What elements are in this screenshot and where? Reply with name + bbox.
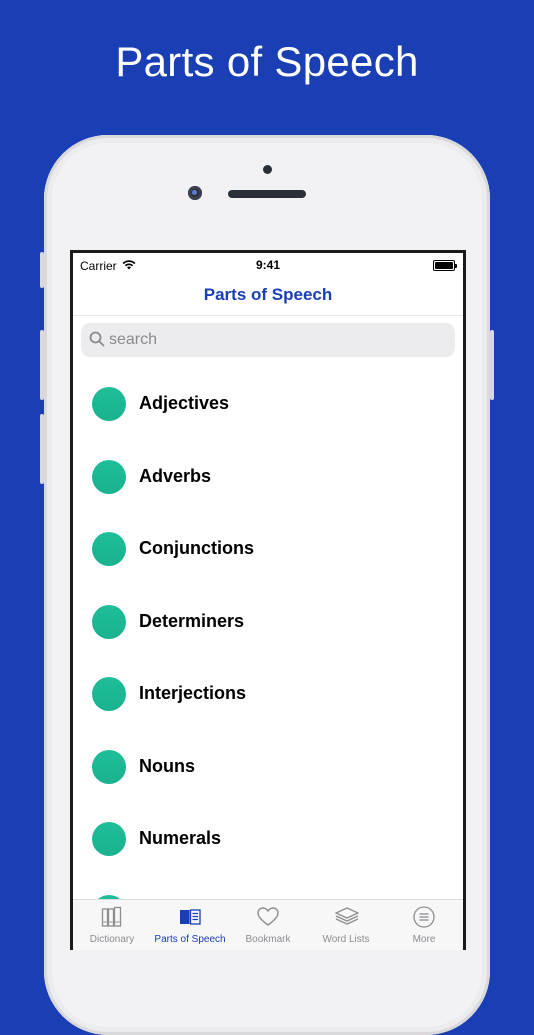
tab-label: Bookmark bbox=[245, 934, 291, 945]
heart-icon bbox=[257, 907, 279, 926]
green-dot-icon bbox=[92, 604, 126, 639]
phone-sensor bbox=[263, 165, 272, 174]
tab-label: More bbox=[412, 934, 436, 945]
phone-volume-up bbox=[40, 330, 44, 400]
tab-bookmark[interactable]: Bookmark bbox=[229, 900, 307, 950]
list-item[interactable]: Adjectives bbox=[73, 369, 463, 442]
tab-dictionary[interactable]: Dictionary bbox=[73, 900, 151, 950]
list-item[interactable]: Interjections bbox=[73, 659, 463, 732]
nav-divider bbox=[73, 315, 463, 316]
menu-circle-icon bbox=[413, 906, 435, 928]
list-item[interactable]: Adverbs bbox=[73, 442, 463, 515]
list-item-label: Adjectives bbox=[139, 393, 230, 413]
tab-more[interactable]: More bbox=[385, 900, 463, 950]
list-item-label: Adverbs bbox=[139, 465, 212, 486]
tab-label: Word Lists bbox=[322, 934, 370, 945]
search-icon bbox=[89, 331, 105, 352]
tab-parts-of-speech[interactable]: Parts of Speech bbox=[151, 900, 229, 950]
phone-power-button bbox=[490, 330, 494, 400]
books-icon bbox=[101, 906, 122, 927]
tab-label: Dictionary bbox=[89, 934, 135, 945]
list-item-label: Numerals bbox=[139, 828, 222, 848]
green-dot-icon bbox=[92, 387, 126, 421]
phone-speaker bbox=[228, 190, 306, 198]
green-dot-icon bbox=[92, 749, 126, 784]
promo-headline: Parts of Speech bbox=[115, 38, 419, 85]
tab-label: Parts of Speech bbox=[154, 934, 226, 945]
phone-mute-switch bbox=[40, 252, 44, 288]
list-item[interactable]: Numerals bbox=[73, 804, 463, 877]
battery-icon bbox=[433, 260, 457, 271]
phone-volume-down bbox=[40, 414, 44, 484]
phone-camera bbox=[188, 186, 202, 200]
tab-word-lists[interactable]: Word Lists bbox=[307, 900, 385, 950]
stack-icon bbox=[335, 907, 359, 925]
status-time: 9:41 bbox=[255, 258, 281, 272]
search-bar[interactable] bbox=[81, 323, 455, 357]
app-screen: Carrier 9:41 Parts of Speech Adjectives bbox=[70, 250, 466, 950]
tab-bar: Dictionary Parts of Speech Bookmark Word… bbox=[73, 899, 463, 950]
list-item-label: Interjections bbox=[139, 683, 247, 703]
green-dot-icon bbox=[92, 822, 126, 856]
list-item[interactable]: Determiners bbox=[73, 587, 463, 660]
list-item-label: Conjunctions bbox=[139, 538, 254, 558]
parts-of-speech-list: Adjectives Adverbs Conjunctions Determin… bbox=[73, 369, 463, 949]
list-item[interactable]: Nouns bbox=[73, 732, 463, 805]
green-dot-icon bbox=[92, 459, 126, 494]
open-book-icon bbox=[180, 909, 201, 925]
green-dot-icon bbox=[92, 677, 126, 711]
list-item-label: Determiners bbox=[139, 610, 245, 631]
list-item[interactable]: Conjunctions bbox=[73, 514, 463, 587]
status-bar: Carrier 9:41 bbox=[73, 253, 463, 277]
green-dot-icon bbox=[92, 532, 126, 566]
search-input[interactable] bbox=[109, 323, 439, 357]
nav-title: Parts of Speech bbox=[203, 285, 333, 304]
list-item-label: Nouns bbox=[139, 755, 195, 776]
